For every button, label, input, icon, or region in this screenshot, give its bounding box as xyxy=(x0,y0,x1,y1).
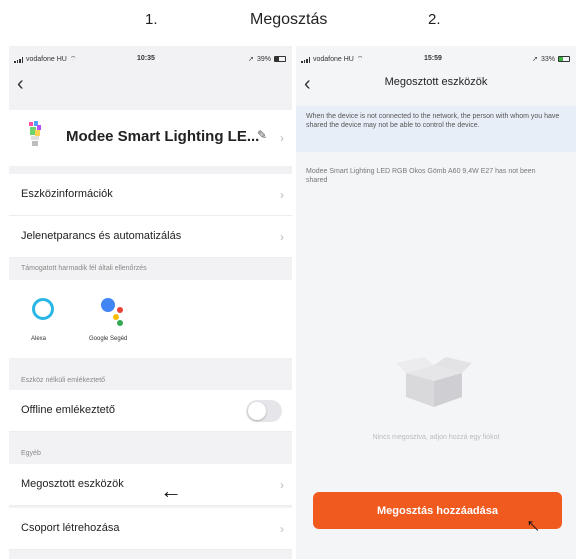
battery-icon xyxy=(274,56,286,62)
voice-assistants-card: Alexa Google Segéd xyxy=(9,280,292,358)
chevron-right-icon: › xyxy=(280,478,284,492)
carrier-label: vodafone HU xyxy=(26,56,67,63)
empty-box-icon xyxy=(396,357,472,407)
row-scene-automation[interactable]: Jelenetparancs és automatizálás › xyxy=(9,216,292,258)
carrier-label: vodafone HU xyxy=(313,56,354,63)
battery-percent: 33% xyxy=(540,55,555,63)
empty-state-text: Nincs megosztva, adjon hozzá egy fiókot xyxy=(372,434,500,441)
row-create-group[interactable]: Csoport létrehozása › xyxy=(9,508,292,550)
bulb-icon xyxy=(29,121,41,146)
status-bar: vodafone HU ⌔ 10:35 ➚ 39% xyxy=(9,46,292,70)
section-label-offline: Eszköz nélküli emlékeztető xyxy=(21,377,106,384)
device-name: Modee Smart Lighting LE... xyxy=(66,128,260,145)
google-assistant-label: Google Segéd xyxy=(89,336,128,342)
annotation-arrow-left-icon: ← xyxy=(160,478,182,503)
chevron-right-icon: › xyxy=(280,230,284,244)
alexa-label: Alexa xyxy=(31,336,47,342)
device-settings-screen: vodafone HU ⌔ 10:35 ➚ 39% ‹ Modee Smart … xyxy=(9,46,292,559)
not-shared-message: Modee Smart Lighting LED RGB Okos Gömb A… xyxy=(306,168,536,184)
toggle-knob xyxy=(248,402,266,420)
status-time: 10:35 xyxy=(137,55,155,62)
step-one-label: 1. xyxy=(145,11,158,28)
battery-icon xyxy=(558,56,570,62)
location-icon: ➚ xyxy=(248,56,254,63)
wifi-icon: ⌔ xyxy=(356,56,364,63)
row-label: Offline emlékeztető xyxy=(21,404,115,416)
row-shared-devices[interactable]: Megosztott eszközök › xyxy=(9,464,292,506)
device-header[interactable]: Modee Smart Lighting LE... ✎ › xyxy=(9,110,292,166)
wifi-icon: ⌔ xyxy=(69,56,77,63)
pencil-icon[interactable]: ✎ xyxy=(257,128,267,142)
alexa-icon xyxy=(32,298,54,320)
section-label-other: Egyéb xyxy=(21,450,41,457)
page-title: Megosztott eszközök xyxy=(384,76,488,88)
nav-bar: ‹ Megosztott eszközök xyxy=(296,70,576,100)
step-two-label: 2. xyxy=(428,11,441,28)
row-offline-reminder: Offline emlékeztető xyxy=(9,390,292,432)
row-device-info[interactable]: Eszközinformációk › xyxy=(9,174,292,216)
chevron-right-icon: › xyxy=(280,522,284,536)
section-label-third-party: Támogatott harmadik fél általi ellenőrzé… xyxy=(21,265,147,272)
offline-reminder-toggle[interactable] xyxy=(246,400,282,422)
location-icon: ➚ xyxy=(532,56,538,63)
row-label: Jelenetparancs és automatizálás xyxy=(21,230,182,242)
chevron-right-icon: › xyxy=(280,131,284,145)
nav-bar: ‹ xyxy=(9,70,292,100)
row-label: Csoport létrehozása xyxy=(21,522,120,534)
tutorial-title: Megosztás xyxy=(250,11,328,28)
row-label: Eszközinformációk xyxy=(21,188,113,200)
battery-percent: 39% xyxy=(256,55,271,63)
signal-icon xyxy=(301,56,310,63)
status-time: 15:59 xyxy=(424,55,442,62)
tutorial-header: 1. Megosztás 2. xyxy=(0,0,576,46)
row-label: Megosztott eszközök xyxy=(21,478,124,490)
shared-devices-screen: vodafone HU ⌔ 15:59 ➚ 33% ‹ Megosztott e… xyxy=(296,46,576,559)
network-info-banner: When the device is not connected to the … xyxy=(296,106,576,152)
back-chevron-icon[interactable]: ‹ xyxy=(17,74,24,94)
status-bar: vodafone HU ⌔ 15:59 ➚ 33% xyxy=(296,46,576,70)
signal-icon xyxy=(14,56,23,63)
chevron-right-icon: › xyxy=(280,188,284,202)
